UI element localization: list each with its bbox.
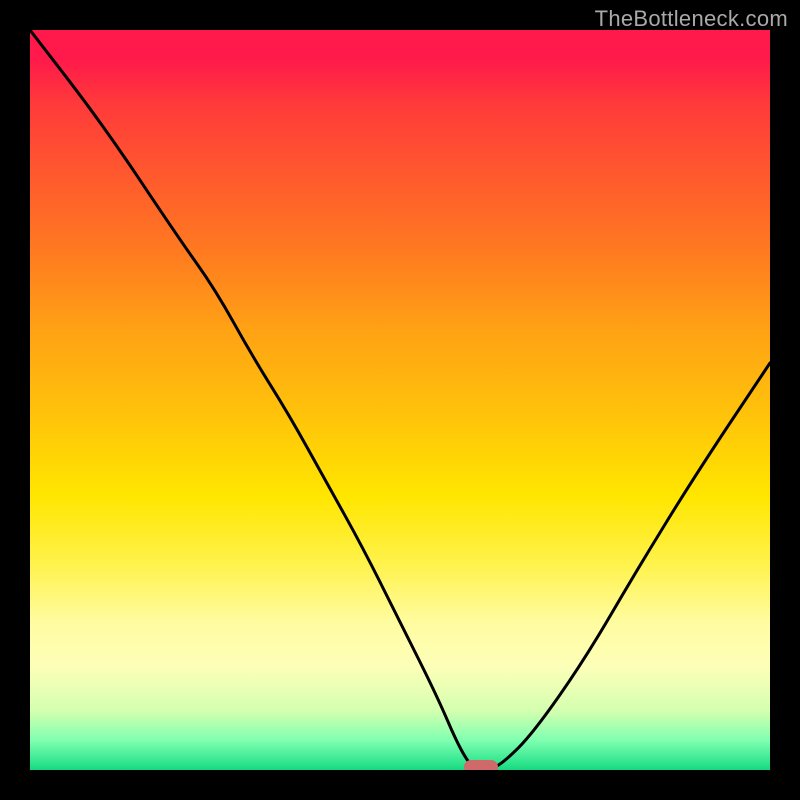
- curve-layer: [30, 30, 770, 770]
- optimal-marker: [464, 760, 498, 770]
- bottleneck-curve-path: [30, 30, 770, 770]
- chart-frame: TheBottleneck.com: [0, 0, 800, 800]
- plot-area: [30, 30, 770, 770]
- watermark-text: TheBottleneck.com: [595, 6, 788, 32]
